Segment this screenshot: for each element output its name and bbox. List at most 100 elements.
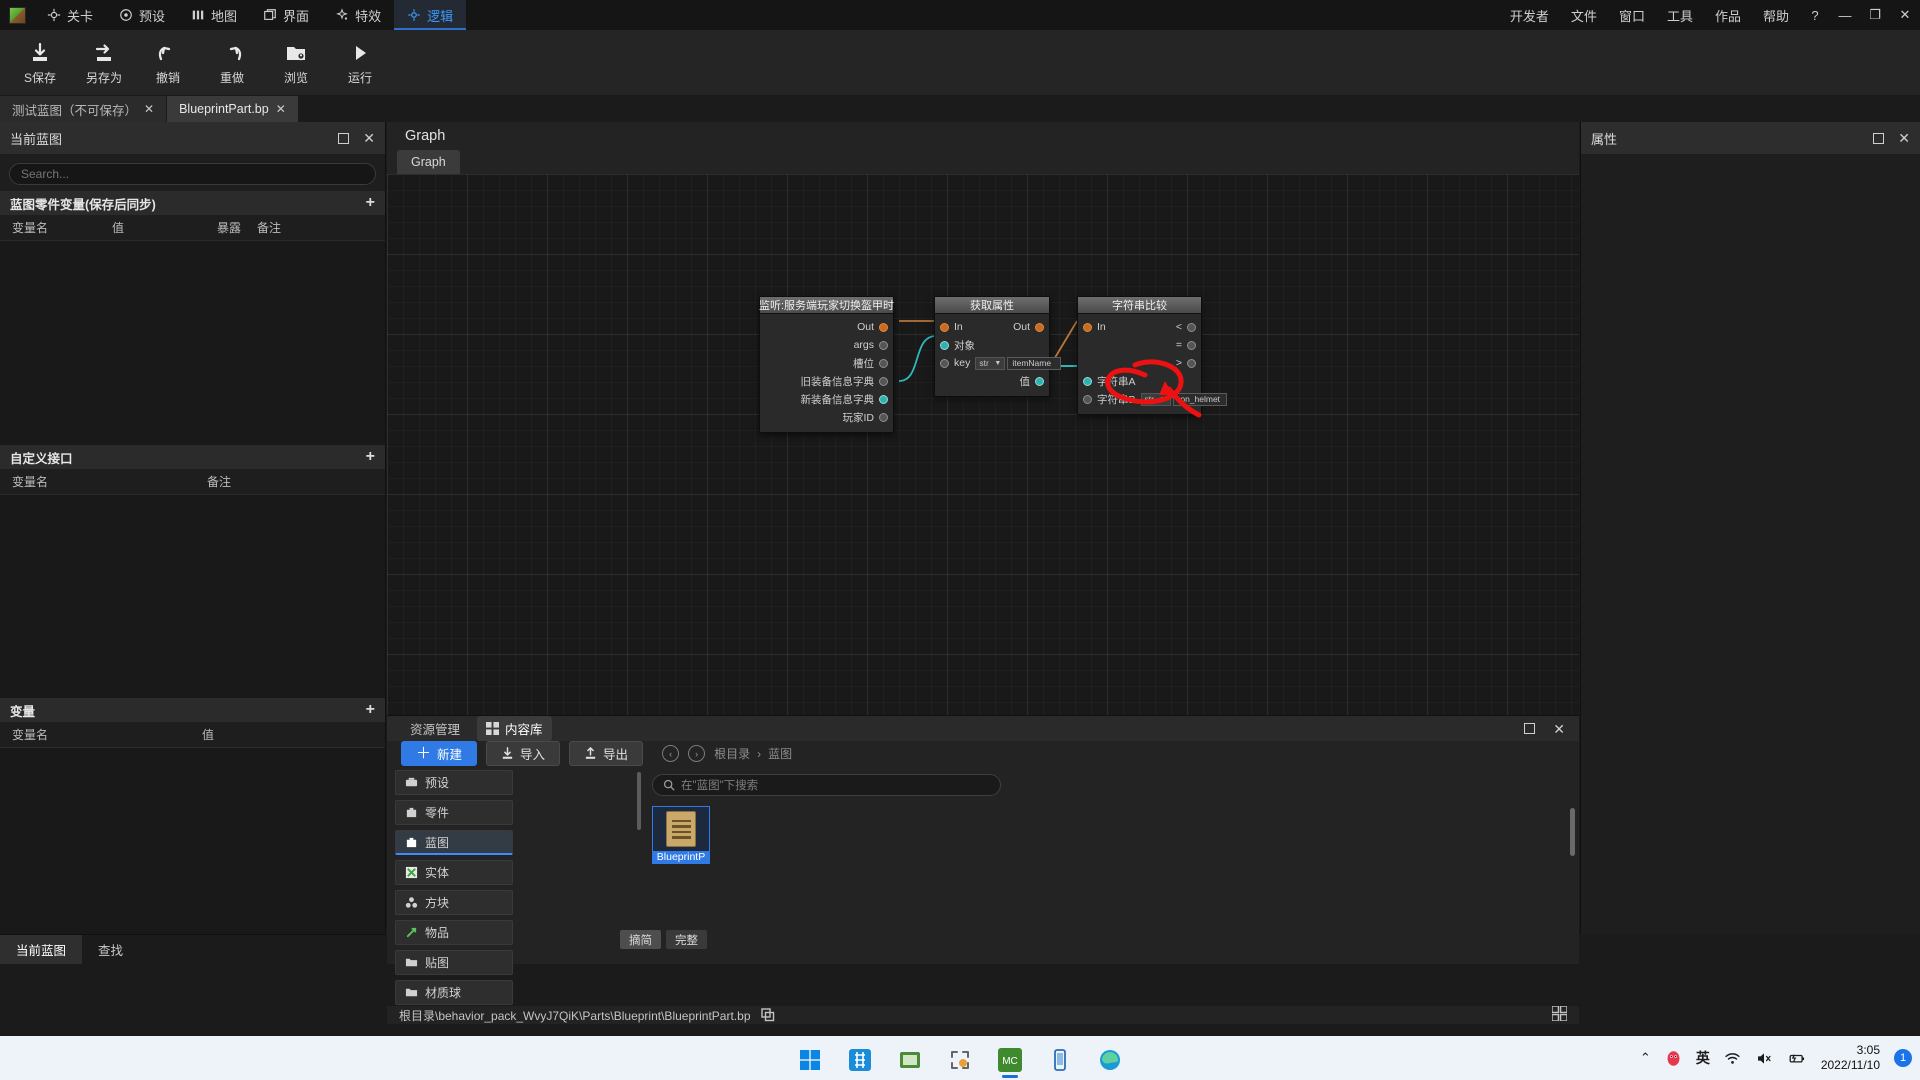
type-dropdown[interactable]: str ▼ [975, 356, 1006, 370]
nav-back-button[interactable]: ‹ [662, 745, 680, 762]
exec-pin[interactable] [879, 322, 888, 332]
new-button[interactable]: ＋ 新建 [401, 741, 478, 766]
browse-button[interactable]: 浏览 [264, 33, 328, 93]
mute-icon[interactable] [1755, 1050, 1773, 1067]
bool-pin[interactable] [1187, 340, 1196, 350]
minimize-button[interactable]: — [1830, 0, 1860, 30]
string-b-input[interactable]: ron_helmet [1172, 392, 1227, 406]
exec-pin-in[interactable] [1083, 322, 1092, 332]
bool-pin[interactable] [1187, 358, 1196, 368]
export-button[interactable]: 导出 [569, 741, 644, 766]
type-dropdown[interactable]: str ▼ [1140, 392, 1171, 406]
category-block[interactable]: 方块 [395, 890, 513, 915]
data-pin[interactable] [1083, 394, 1092, 404]
taskbar-clock[interactable]: 3:05 2022/11/10 [1821, 1043, 1880, 1073]
menu-item-file[interactable]: 文件 [1560, 0, 1608, 30]
full-button[interactable]: 完整 [666, 930, 707, 949]
file-tab-test-blueprint[interactable]: 测试蓝图（不可保存） ✕ [0, 96, 168, 122]
search-input[interactable] [9, 163, 376, 185]
node-pin-row[interactable]: 字符串B str ▼ ron_helmet [1078, 390, 1227, 408]
data-pin[interactable] [1083, 376, 1092, 386]
run-button[interactable]: 运行 [328, 33, 392, 93]
graph-canvas[interactable]: 监听:服务端玩家切换盔甲时 Out args 槽位 旧装备信息字典 新装备信息字… [387, 174, 1579, 715]
node-pin-row[interactable]: 玩家ID [760, 408, 893, 426]
close-icon[interactable]: ✕ [363, 131, 375, 145]
exec-pin-in[interactable] [940, 322, 949, 332]
taskbar-edge-button[interactable] [1088, 1040, 1132, 1080]
node-pin-row[interactable]: 旧装备信息字典 [760, 372, 893, 390]
node-pin-row[interactable]: = [1078, 336, 1201, 354]
node-pin-row[interactable]: 槽位 [760, 354, 893, 372]
wifi-icon[interactable] [1724, 1050, 1741, 1067]
file-item-blueprintpart[interactable]: BlueprintP [652, 806, 710, 864]
node-pin-row[interactable]: args [760, 336, 893, 354]
summary-button[interactable]: 摘简 [620, 930, 661, 949]
exec-pin-out[interactable] [1035, 322, 1044, 332]
save-as-button[interactable]: 另存为 [72, 33, 136, 93]
save-button[interactable]: S保存 [8, 33, 72, 93]
menu-item-developer[interactable]: 开发者 [1499, 0, 1560, 30]
tab-find[interactable]: 查找 [82, 935, 139, 964]
node-pin-row[interactable]: 对象 [935, 336, 1049, 354]
help-icon[interactable]: ? [1800, 0, 1830, 30]
node-pin-row[interactable]: 字符串A [1078, 372, 1201, 390]
category-blueprint[interactable]: 蓝图 [395, 830, 513, 855]
graph-tab[interactable]: Graph [397, 150, 460, 174]
node-pin-row[interactable]: 值 [935, 372, 1049, 390]
tab-content-library[interactable]: 内容库 [477, 716, 552, 741]
bool-pin[interactable] [1187, 322, 1196, 332]
taskbar-phone-button[interactable] [1038, 1040, 1082, 1080]
add-icon[interactable]: + [366, 449, 375, 465]
node-exec-row[interactable]: In < [1078, 318, 1201, 336]
maximize-icon[interactable] [1873, 132, 1885, 144]
close-icon[interactable]: ✕ [1898, 131, 1910, 145]
node-pin-row[interactable]: key str ▼ itemName [935, 354, 1062, 372]
menu-item-logic[interactable]: 逻辑 [394, 0, 467, 30]
copy-icon[interactable] [760, 1008, 775, 1022]
menu-item-ui[interactable]: 界面 [250, 0, 322, 30]
menu-item-help[interactable]: 帮助 [1752, 0, 1800, 30]
breadcrumb-root[interactable]: 根目录 [714, 745, 750, 762]
node-pin-row[interactable]: > [1078, 354, 1201, 372]
menu-item-level[interactable]: 关卡 [34, 0, 106, 30]
redo-button[interactable]: 重做 [200, 33, 264, 93]
menu-item-window[interactable]: 窗口 [1608, 0, 1656, 30]
maximize-icon[interactable] [1524, 723, 1536, 734]
menu-item-preset[interactable]: 预设 [106, 0, 178, 30]
data-pin[interactable] [879, 412, 888, 422]
key-value-input[interactable]: itemName [1007, 356, 1062, 370]
node-pin-row[interactable]: Out [760, 318, 893, 336]
data-pin[interactable] [1035, 376, 1044, 386]
content-search-box[interactable]: 在"蓝图"下搜索 [652, 774, 1001, 796]
tab-resource-manager[interactable]: 资源管理 [401, 716, 469, 741]
category-preset[interactable]: 预设 [395, 770, 513, 795]
files-scrollbar[interactable] [1570, 808, 1575, 856]
category-part[interactable]: 零件 [395, 800, 513, 825]
breadcrumb-current[interactable]: 蓝图 [768, 745, 792, 762]
taskbar-snip-button[interactable] [938, 1040, 982, 1080]
ime-indicator[interactable]: 英 [1696, 1048, 1710, 1068]
category-material[interactable]: 材质球 [395, 980, 513, 1005]
category-texture[interactable]: 贴图 [395, 950, 513, 975]
notification-badge[interactable]: 1 [1894, 1049, 1912, 1067]
qq-icon[interactable] [1665, 1050, 1682, 1067]
import-button[interactable]: 导入 [486, 741, 561, 766]
add-icon[interactable]: + [366, 195, 375, 211]
grid-view-button[interactable] [1551, 1005, 1568, 1024]
undo-button[interactable]: 撤销 [136, 33, 200, 93]
maximize-button[interactable]: ❐ [1860, 0, 1890, 30]
close-icon[interactable]: ✕ [1553, 722, 1565, 736]
graph-node-string-compare[interactable]: 字符串比较 In < = > 字符串A 字符串B str ▼ ron_helme… [1077, 296, 1227, 415]
close-icon[interactable]: ✕ [144, 102, 154, 116]
menu-item-effects[interactable]: 特效 [322, 0, 394, 30]
tray-chevron-icon[interactable]: ⌃ [1640, 1050, 1651, 1066]
file-tab-blueprintpart[interactable]: BlueprintPart.bp ✕ [167, 96, 299, 122]
data-pin[interactable] [879, 340, 888, 350]
taskbar-mc-studio-button[interactable]: MC [988, 1040, 1032, 1080]
category-entity[interactable]: 实体 [395, 860, 513, 885]
data-pin[interactable] [879, 376, 888, 386]
data-pin[interactable] [879, 394, 888, 404]
tab-current-blueprint[interactable]: 当前蓝图 [0, 935, 83, 964]
menu-item-works[interactable]: 作品 [1704, 0, 1752, 30]
category-item[interactable]: 物品 [395, 920, 513, 945]
